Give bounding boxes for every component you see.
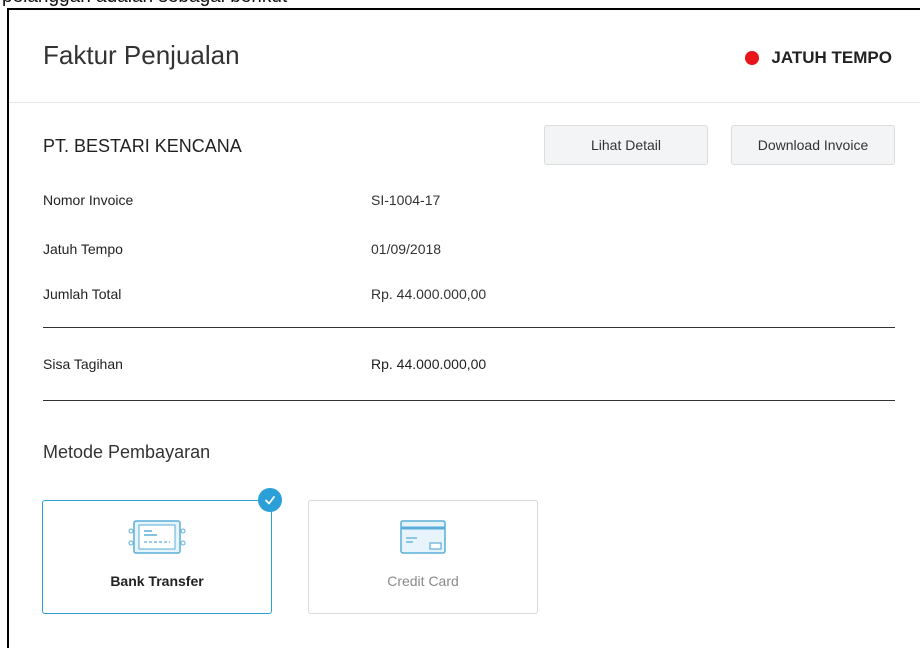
payment-method-credit-card[interactable]: Credit Card <box>308 500 538 614</box>
check-icon <box>258 488 282 512</box>
total-amount-label: Jumlah Total <box>43 286 122 302</box>
status-badge: JATUH TEMPO <box>745 48 892 68</box>
download-invoice-button[interactable]: Download Invoice <box>731 125 895 165</box>
credit-card-label: Credit Card <box>387 573 459 589</box>
balance-label: Sisa Tagihan <box>43 356 123 372</box>
divider-top <box>43 327 895 328</box>
bank-transfer-label: Bank Transfer <box>110 573 204 589</box>
page-title: Faktur Penjualan <box>43 40 240 70</box>
view-detail-button[interactable]: Lihat Detail <box>544 125 708 165</box>
payment-method-title: Metode Pembayaran <box>43 442 211 462</box>
cropped-header-text: pelanggan adalah sebagai berikut <box>2 0 287 8</box>
company-name: PT. BESTARI KENCANA <box>43 136 242 156</box>
status-dot-icon <box>745 51 760 65</box>
due-date-value: 01/09/2018 <box>371 241 442 257</box>
card-header: Faktur Penjualan JATUH TEMPO <box>9 10 920 103</box>
divider-bottom <box>43 400 895 401</box>
status-label: JATUH TEMPO <box>771 48 892 67</box>
credit-card-icon <box>393 519 453 560</box>
total-amount-value: Rp. 44.000.000,00 <box>371 286 487 302</box>
bank-transfer-icon <box>127 519 187 560</box>
balance-value: Rp. 44.000.000,00 <box>371 356 487 372</box>
invoice-number-label: Nomor Invoice <box>43 192 134 208</box>
invoice-card: Faktur Penjualan JATUH TEMPO PT. BESTARI… <box>7 8 920 648</box>
payment-method-bank-transfer[interactable]: Bank Transfer <box>42 488 282 614</box>
page: pelanggan adalah sebagai berikut Faktur … <box>0 0 920 648</box>
due-date-label: Jatuh Tempo <box>43 241 123 257</box>
invoice-number-value: SI-1004-17 <box>371 192 441 208</box>
